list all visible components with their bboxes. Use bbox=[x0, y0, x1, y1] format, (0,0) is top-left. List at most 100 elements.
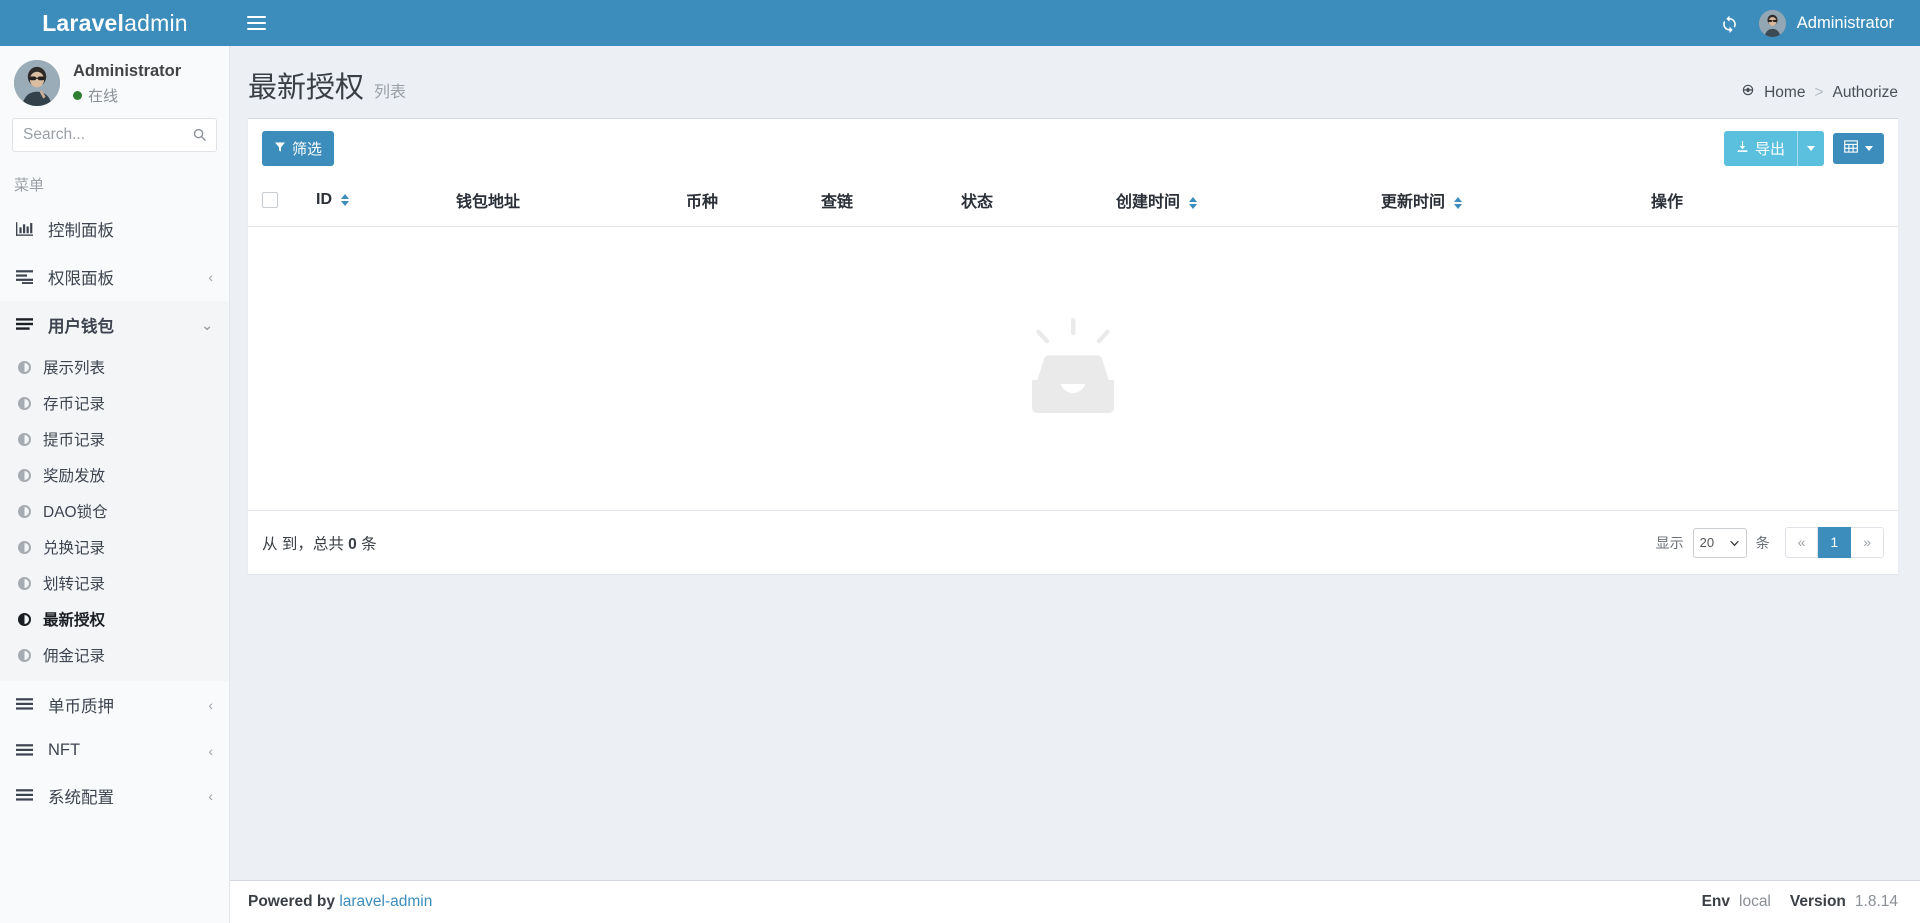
column-selector-button[interactable] bbox=[1833, 133, 1884, 164]
sidebar-user-info: Administrator 在线 bbox=[73, 60, 181, 106]
sidebar-subitem-label: 奖励发放 bbox=[43, 468, 106, 486]
version-label: Version bbox=[1789, 893, 1846, 910]
app-logo[interactable]: Laravel admin bbox=[0, 0, 230, 46]
half-circle-icon bbox=[18, 576, 31, 590]
filter-button[interactable]: 筛选 bbox=[262, 131, 335, 166]
page-title: 最新授权 bbox=[248, 72, 365, 104]
download-icon bbox=[1736, 140, 1749, 157]
content-header: 最新授权 列表 Home > Authorize bbox=[230, 46, 1920, 118]
sidebar-subitem-exchange[interactable]: 兑换记录 bbox=[0, 529, 229, 565]
per-page-label: 显示 bbox=[1655, 534, 1684, 551]
sidebar-menu: 控制面板 权限面板 ‹ 用户钱包 ⌄ 展示列表 存币记录 提币记录 奖励发放 D… bbox=[0, 205, 229, 820]
export-dropdown-button[interactable] bbox=[1797, 131, 1824, 166]
filter-button-label: 筛选 bbox=[292, 141, 323, 158]
export-button[interactable]: 导出 bbox=[1723, 131, 1797, 166]
sidebar-item-nft[interactable]: NFT ‹ bbox=[0, 729, 229, 772]
sidebar-item-user-wallet[interactable]: 用户钱包 ⌄ 展示列表 存币记录 提币记录 奖励发放 DAO锁仓 兑换记录 划转… bbox=[0, 301, 229, 682]
dashboard-icon bbox=[1741, 83, 1755, 102]
grid-footer: 从 到，总共 0 条 显示 20 条 « 1 » bbox=[248, 510, 1898, 574]
hamburger-icon bbox=[246, 12, 266, 34]
user-menu[interactable]: Administrator bbox=[1753, 0, 1904, 46]
table-body bbox=[248, 227, 1898, 511]
sidebar-subitem-withdraw[interactable]: 提币记录 bbox=[0, 421, 229, 457]
column-label: 查链 bbox=[821, 194, 854, 211]
export-button-label: 导出 bbox=[1754, 141, 1785, 158]
laravel-admin-link[interactable]: laravel-admin bbox=[339, 893, 432, 910]
sidebar-subitem-label: 存币记录 bbox=[43, 396, 106, 414]
footer-meta: Env local Version 1.8.14 bbox=[1702, 893, 1898, 911]
column-header-updated-at[interactable]: 更新时间 bbox=[1373, 178, 1643, 227]
sidebar-submenu-user-wallet: 展示列表 存币记录 提币记录 奖励发放 DAO锁仓 兑换记录 划转记录 最新授权… bbox=[0, 349, 229, 681]
env-value: local bbox=[1739, 893, 1771, 910]
search-icon[interactable] bbox=[192, 127, 207, 147]
logo-bold-text: Laravel bbox=[42, 9, 125, 36]
bars-icon bbox=[16, 743, 36, 758]
sidebar-item-permissions[interactable]: 权限面板 ‹ bbox=[0, 253, 229, 301]
per-page-select[interactable]: 20 bbox=[1692, 527, 1747, 558]
sidebar-subitem-label: 佣金记录 bbox=[43, 648, 106, 666]
page-subtitle: 列表 bbox=[374, 84, 407, 101]
column-header-created-at[interactable]: 创建时间 bbox=[1108, 178, 1373, 227]
column-label: 操作 bbox=[1651, 194, 1684, 211]
online-dot-icon bbox=[73, 91, 82, 101]
half-circle-icon bbox=[18, 612, 31, 626]
sidebar-user-status: 在线 bbox=[73, 85, 181, 106]
sidebar-item-label: 权限面板 bbox=[48, 270, 114, 289]
sidebar-item-label: 单币质押 bbox=[48, 698, 114, 717]
grid-toolbar: 筛选 导出 bbox=[248, 119, 1898, 178]
sidebar-item-label: 用户钱包 bbox=[48, 318, 114, 337]
sidebar-subitem-label: 兑换记录 bbox=[43, 540, 106, 558]
refresh-button[interactable] bbox=[1707, 0, 1753, 46]
total-count: 0 bbox=[348, 535, 357, 553]
total-unit: 条 bbox=[361, 535, 377, 553]
sidebar-item-system-config[interactable]: 系统配置 ‹ bbox=[0, 772, 229, 820]
column-label: 状态 bbox=[961, 194, 994, 211]
column-label: 钱包地址 bbox=[456, 194, 521, 211]
empty-inbox-icon bbox=[1018, 312, 1128, 425]
sidebar-subitem-rewards[interactable]: 奖励发放 bbox=[0, 457, 229, 493]
total-count-text: 从 到，总共 0 条 bbox=[262, 532, 377, 554]
sidebar-subitem-dao-lock[interactable]: DAO锁仓 bbox=[0, 493, 229, 529]
column-label: ID bbox=[316, 191, 332, 208]
column-header-wallet-address: 钱包地址 bbox=[448, 178, 678, 227]
grid-box: 筛选 导出 ID 钱包地址 币种 查链 状态 创建时间 更新时间 操作 从 到，… bbox=[248, 118, 1898, 574]
sort-icon[interactable] bbox=[341, 193, 350, 206]
half-circle-icon bbox=[18, 504, 31, 518]
column-header-id[interactable]: ID bbox=[308, 178, 448, 227]
menu-header-label: 菜单 bbox=[14, 177, 45, 195]
sidebar-user-status-label: 在线 bbox=[88, 88, 119, 106]
bars-icon bbox=[16, 789, 36, 803]
sidebar-item-label: 控制面板 bbox=[48, 222, 114, 241]
column-label: 币种 bbox=[686, 194, 719, 211]
sidebar-subitem-deposit[interactable]: 存币记录 bbox=[0, 385, 229, 421]
sidebar-subitem-commission[interactable]: 佣金记录 bbox=[0, 637, 229, 673]
sidebar-toggle-button[interactable] bbox=[230, 0, 282, 46]
sort-icon[interactable] bbox=[1189, 196, 1198, 209]
powered-by: Powered by laravel-admin bbox=[248, 893, 432, 911]
sidebar-subitem-transfer[interactable]: 划转记录 bbox=[0, 565, 229, 601]
select-all-checkbox[interactable] bbox=[262, 192, 278, 208]
sidebar-subitem-list[interactable]: 展示列表 bbox=[0, 349, 229, 385]
grid-toolbar-right: 导出 bbox=[1723, 131, 1884, 166]
avatar bbox=[1758, 9, 1786, 37]
breadcrumb-home-link[interactable]: Home bbox=[1764, 84, 1805, 102]
half-circle-icon bbox=[18, 648, 31, 662]
search-input[interactable] bbox=[13, 119, 216, 152]
pagination-next[interactable]: » bbox=[1851, 527, 1884, 558]
sidebar-item-single-staking[interactable]: 单币质押 ‹ bbox=[0, 681, 229, 729]
sort-icon[interactable] bbox=[1454, 196, 1463, 209]
breadcrumb-current: Authorize bbox=[1832, 83, 1898, 101]
pagination-page-1[interactable]: 1 bbox=[1818, 527, 1852, 558]
table-header-row: ID 钱包地址 币种 查链 状态 创建时间 更新时间 操作 bbox=[248, 178, 1898, 227]
column-label: 创建时间 bbox=[1116, 194, 1181, 211]
sidebar-subitem-authorize[interactable]: 最新授权 bbox=[0, 601, 229, 637]
half-circle-icon bbox=[18, 432, 31, 446]
pagination: « 1 » bbox=[1784, 527, 1884, 558]
funnel-icon bbox=[274, 140, 286, 157]
pagination-prev[interactable]: « bbox=[1784, 527, 1819, 558]
column-label: 更新时间 bbox=[1381, 194, 1446, 211]
chevron-left-icon: ‹ bbox=[208, 742, 213, 759]
sidebar-item-dashboard[interactable]: 控制面板 bbox=[0, 205, 229, 253]
sidebar-item-label: NFT bbox=[48, 741, 81, 760]
sidebar-subitem-label: 提币记录 bbox=[43, 432, 106, 450]
